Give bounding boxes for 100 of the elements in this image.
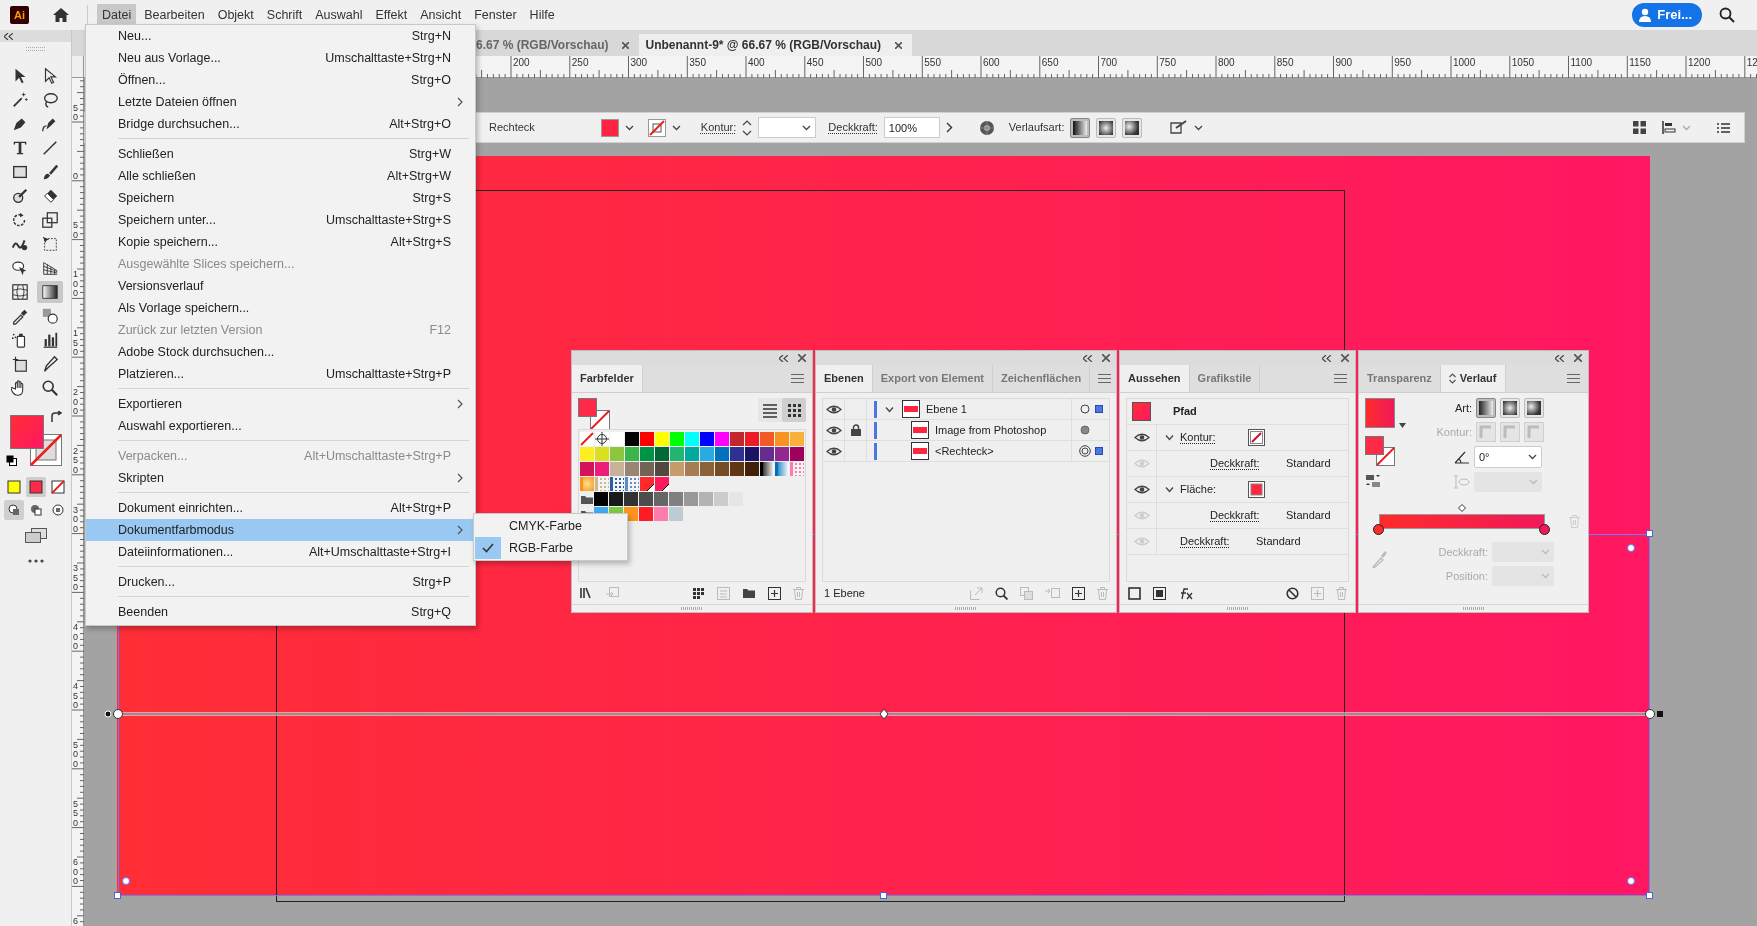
- ruler-label: 150: [73, 328, 78, 358]
- shortcut-text: Alt+Strg+P: [390, 499, 451, 517]
- fill-label: Fläche:: [1180, 482, 1218, 498]
- menu-item[interactable]: Bridge durchsuchen... Alt+Strg+O: [86, 113, 475, 135]
- menu-item[interactable]: Datei: [97, 3, 137, 27]
- ruler-label: 1050: [1511, 57, 1535, 68]
- menu-item[interactable]: CMYK-Farbe: [475, 515, 626, 537]
- ruler-label: 650: [1041, 57, 1059, 68]
- shortcut-text: Strg+P: [412, 573, 451, 591]
- menu-item[interactable]: Adobe Stock durchsuchen...: [86, 341, 475, 363]
- document-tab[interactable]: Unbenannt-9* @ 66.67 % (RGB/Vorschau): [639, 34, 912, 56]
- menu-item[interactable]: Hilfe: [524, 3, 560, 27]
- opacity-link[interactable]: Deckkraft:: [1210, 455, 1286, 472]
- ruler-label: 600: [73, 857, 78, 887]
- object-title: Pfad: [1173, 404, 1197, 420]
- menu-item[interactable]: Ansicht: [415, 3, 467, 27]
- shortcut-text: Umschalttaste+Strg+P: [325, 365, 451, 383]
- opacity-value: Standard: [1286, 456, 1331, 472]
- gradient-type-label: Verlaufsart:: [1008, 120, 1065, 136]
- shortcut-text: Alt+Umschalttaste+Strg+P: [304, 447, 451, 465]
- menu-item[interactable]: Öffnen... Strg+O: [86, 69, 475, 91]
- ruler-label: 500: [73, 739, 78, 769]
- menu-item[interactable]: Fenster: [469, 3, 522, 27]
- shortcut-text: Alt+Umschalttaste+Strg+I: [308, 543, 451, 561]
- ruler-label: 600: [983, 57, 1000, 68]
- layer-name[interactable]: Ebene 1: [926, 400, 967, 418]
- ruler-label: 1000: [1453, 57, 1476, 68]
- object-type-label: Rechteck: [489, 120, 535, 136]
- ruler-label: 6: [73, 916, 78, 926]
- panel-tab[interactable]: Verlauf: [1440, 365, 1506, 392]
- shortcut-text: Alt+Strg+W: [387, 167, 451, 185]
- menu-item[interactable]: Skripten: [86, 467, 475, 489]
- menu-item[interactable]: Beenden Strg+Q: [86, 601, 475, 623]
- opacity-link[interactable]: Deckkraft:: [1180, 533, 1256, 550]
- ruler-label: 1100: [1570, 57, 1592, 68]
- menu-item[interactable]: Exportieren: [86, 393, 475, 415]
- ruler-label: 800: [1218, 57, 1235, 68]
- ruler-label: 400: [73, 622, 78, 652]
- ruler-label: 1150: [1629, 57, 1651, 68]
- menu-item[interactable]: Letzte Dateien öffnen: [86, 91, 475, 113]
- layer-name[interactable]: Image from Photoshop: [935, 421, 1047, 439]
- menu-item[interactable]: Drucken... Strg+P: [86, 571, 475, 593]
- angle-value: 0°: [1479, 449, 1491, 465]
- shortcut-text: Strg+O: [411, 71, 451, 89]
- ruler-label: 350: [689, 57, 706, 68]
- menu-item[interactable]: Auswahl exportieren...: [86, 415, 475, 437]
- shortcut-text: Strg+S: [412, 189, 451, 207]
- account-button[interactable]: Frei...: [1632, 3, 1702, 27]
- shortcut-text: Umschalttaste+Strg+S: [325, 211, 451, 229]
- shortcut-text: Umschalttaste+Strg+N: [325, 49, 451, 67]
- ruler-label: 500: [865, 57, 883, 68]
- layer-count: 1 Ebene: [824, 585, 865, 601]
- stroke-label: Kontur:: [700, 120, 737, 136]
- menu-item[interactable]: Dateiinformationen... Alt+Umschalttaste+Strg+I: [86, 541, 475, 563]
- shortcut-text: F12: [429, 321, 451, 339]
- opacity-label: Deckkraft:: [1438, 544, 1488, 560]
- menu-item[interactable]: Objekt: [212, 3, 259, 27]
- shortcut-text: Alt+Strg+O: [389, 115, 451, 133]
- menu-item[interactable]: Auswahl: [310, 3, 368, 27]
- ruler-label: 450: [73, 681, 78, 710]
- ruler-label: 0: [73, 170, 78, 181]
- shortcut-text: Strg+N: [411, 27, 451, 45]
- ruler-label: 900: [1335, 57, 1353, 68]
- menu-item[interactable]: RGB-Farbe: [475, 537, 626, 559]
- stroke-label: Kontur:: [1435, 424, 1472, 440]
- ruler-label: 850: [1276, 57, 1294, 68]
- ruler-label: 300: [73, 504, 78, 534]
- ruler-label: 950: [1394, 57, 1411, 68]
- ruler-label: 50: [73, 102, 78, 122]
- menu-item[interactable]: Schließen Strg+W: [86, 143, 475, 165]
- menu-item[interactable]: Platzieren... Umschalttaste+Strg+P: [86, 363, 475, 385]
- menu-item[interactable]: Speichern unter... Umschalttaste+Strg+S: [86, 209, 475, 231]
- ruler-label: 50: [73, 220, 78, 240]
- menu-item[interactable]: Dokumentfarbmodus: [86, 519, 475, 541]
- panel-tab[interactable]: Aussehen: [1120, 365, 1190, 392]
- menu-item[interactable]: Alle schließen Alt+Strg+W: [86, 165, 475, 187]
- panel-tab[interactable]: Ebenen: [816, 365, 873, 392]
- menu-item[interactable]: Versionsverlauf: [86, 275, 475, 297]
- menu-item[interactable]: Kopie speichern... Alt+Strg+S: [86, 231, 475, 253]
- opacity-value: Standard: [1256, 534, 1301, 550]
- stroke-link[interactable]: Kontur:: [1180, 429, 1248, 446]
- ruler-label: 100: [73, 269, 78, 299]
- menu-item[interactable]: Bearbeiten: [139, 3, 210, 27]
- menu-item[interactable]: Speichern Strg+S: [86, 187, 475, 209]
- opacity-link[interactable]: Deckkraft:: [1210, 507, 1286, 524]
- ruler-label: 550: [924, 57, 941, 68]
- layer-name[interactable]: <Rechteck>: [935, 442, 994, 460]
- menu-item[interactable]: Als Vorlage speichern...: [86, 297, 475, 319]
- type-label: Art:: [1453, 400, 1472, 416]
- panel-tab[interactable]: Farbfelder: [572, 365, 643, 392]
- menu-item[interactable]: Schrift: [261, 3, 308, 27]
- ruler-label: 350: [73, 563, 78, 593]
- ruler-label: 1200: [1688, 57, 1711, 68]
- menu-item[interactable]: Effekt: [370, 3, 413, 27]
- app-logo: Ai: [10, 6, 29, 24]
- ruler-label: 250: [571, 57, 589, 68]
- menu-item[interactable]: Dokument einrichten... Alt+Strg+P: [86, 497, 475, 519]
- angle-field[interactable]: 0°: [1474, 446, 1542, 468]
- ruler-label: 250: [73, 445, 78, 475]
- opacity-field[interactable]: 100%: [883, 117, 940, 138]
